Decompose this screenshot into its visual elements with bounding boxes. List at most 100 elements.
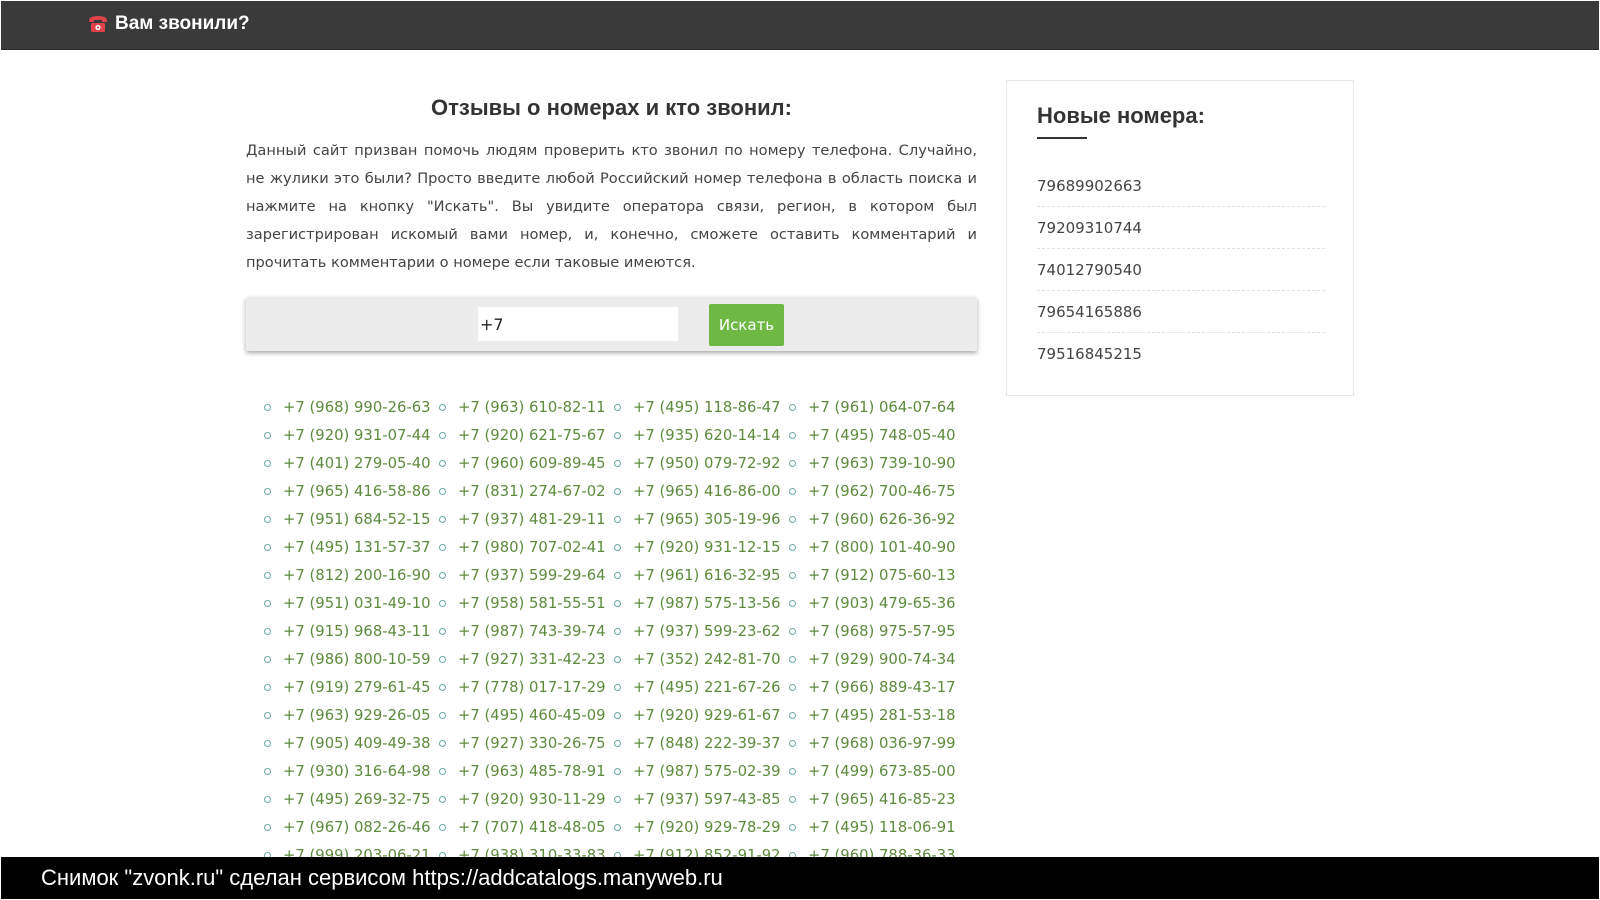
phone-number-link[interactable]: +7 (920) 621-75-67 [458, 427, 606, 444]
circle-bullet-icon [614, 627, 621, 635]
number-list-item: +7 (963) 610-82-11 [439, 393, 614, 421]
phone-number-link[interactable]: +7 (963) 929-26-05 [283, 707, 431, 724]
number-list-item: +7 (920) 931-07-44 [264, 421, 439, 449]
phone-number-link[interactable]: +7 (937) 597-43-85 [633, 791, 781, 808]
phone-number-link[interactable]: +7 (986) 800-10-59 [283, 651, 431, 668]
phone-number-link[interactable]: +7 (831) 274-67-02 [458, 483, 606, 500]
phone-number-link[interactable]: +7 (961) 064-07-64 [808, 399, 956, 416]
phone-number-link[interactable]: +7 (962) 700-46-75 [808, 483, 956, 500]
number-list-item: +7 (987) 575-02-39 [614, 757, 789, 785]
phone-number-link[interactable]: +7 (499) 673-85-00 [808, 763, 956, 780]
site-brand-link[interactable]: Вам звонили? [87, 13, 250, 35]
phone-number-link[interactable]: +7 (965) 416-86-00 [633, 483, 781, 500]
phone-number-link[interactable]: +7 (935) 620-14-14 [633, 427, 781, 444]
search-button[interactable]: Искать [709, 304, 784, 346]
phone-number-link[interactable]: +7 (950) 079-72-92 [633, 455, 781, 472]
phone-number-link[interactable]: +7 (951) 684-52-15 [283, 511, 431, 528]
phone-number-link[interactable]: +7 (937) 481-29-11 [458, 511, 606, 528]
new-number-link[interactable]: 74012790540 [1037, 261, 1142, 279]
phone-number-link[interactable]: +7 (951) 031-49-10 [283, 595, 431, 612]
phone-number-link[interactable]: +7 (848) 222-39-37 [633, 735, 781, 752]
phone-number-link[interactable]: +7 (937) 599-23-62 [633, 623, 781, 640]
phone-number-link[interactable]: +7 (960) 609-89-45 [458, 455, 606, 472]
phone-number-link[interactable]: +7 (965) 416-85-23 [808, 791, 956, 808]
phone-number-link[interactable]: +7 (401) 279-05-40 [283, 455, 431, 472]
phone-number-link[interactable]: +7 (965) 416-58-86 [283, 483, 431, 500]
phone-number-link[interactable]: +7 (987) 575-02-39 [633, 763, 781, 780]
phone-number-link[interactable]: +7 (352) 242-81-70 [633, 651, 781, 668]
phone-number-link[interactable]: +7 (707) 418-48-05 [458, 819, 606, 836]
phone-number-link[interactable]: +7 (495) 131-57-37 [283, 539, 431, 556]
new-number-link[interactable]: 79654165886 [1037, 303, 1142, 321]
phone-number-link[interactable]: +7 (968) 975-57-95 [808, 623, 956, 640]
phone-number-link[interactable]: +7 (961) 616-32-95 [633, 567, 781, 584]
phone-number-link[interactable]: +7 (495) 460-45-09 [458, 707, 606, 724]
phone-number-link[interactable]: +7 (495) 748-05-40 [808, 427, 956, 444]
number-list-item: +7 (963) 485-78-91 [439, 757, 614, 785]
phone-number-link[interactable]: +7 (937) 599-29-64 [458, 567, 606, 584]
phone-number-link[interactable]: +7 (963) 739-10-90 [808, 455, 956, 472]
phone-number-link[interactable]: +7 (920) 929-78-29 [633, 819, 781, 836]
phone-number-link[interactable]: +7 (967) 082-26-46 [283, 819, 431, 836]
phone-number-link[interactable]: +7 (912) 075-60-13 [808, 567, 956, 584]
number-list-item: +7 (966) 889-43-17 [789, 673, 964, 701]
phone-number-link[interactable]: +7 (963) 610-82-11 [458, 399, 606, 416]
phone-number-link[interactable]: +7 (927) 331-42-23 [458, 651, 606, 668]
phone-number-link[interactable]: +7 (919) 279-61-45 [283, 679, 431, 696]
new-number-link[interactable]: 79689902663 [1037, 177, 1142, 195]
phone-number-link[interactable]: +7 (920) 931-12-15 [633, 539, 781, 556]
number-list-item: +7 (495) 118-06-91 [789, 813, 964, 841]
phone-number-link[interactable]: +7 (920) 931-07-44 [283, 427, 431, 444]
number-list-item: +7 (963) 739-10-90 [789, 449, 964, 477]
circle-bullet-icon [789, 571, 796, 579]
phone-number-link[interactable]: +7 (958) 581-55-51 [458, 595, 606, 612]
phone-number-link[interactable]: +7 (495) 118-86-47 [633, 399, 781, 416]
new-number-item: 74012790540 [1037, 249, 1325, 291]
circle-bullet-icon [264, 487, 271, 495]
phone-number-link[interactable]: +7 (495) 269-32-75 [283, 791, 431, 808]
number-list-item: +7 (495) 748-05-40 [789, 421, 964, 449]
sidebar-title: Новые номера: [1037, 103, 1205, 128]
circle-bullet-icon [264, 823, 271, 831]
new-number-link[interactable]: 79209310744 [1037, 219, 1142, 237]
number-list-item: +7 (968) 036-97-99 [789, 729, 964, 757]
phone-number-link[interactable]: +7 (963) 485-78-91 [458, 763, 606, 780]
new-number-item: 79689902663 [1037, 165, 1325, 207]
number-list-item: +7 (905) 409-49-38 [264, 729, 439, 757]
phone-number-link[interactable]: +7 (987) 743-39-74 [458, 623, 606, 640]
number-list-item: +7 (495) 269-32-75 [264, 785, 439, 813]
phone-number-link[interactable]: +7 (966) 889-43-17 [808, 679, 956, 696]
number-list-item: +7 (920) 929-61-67 [614, 701, 789, 729]
circle-bullet-icon [614, 739, 621, 747]
number-list-item: +7 (831) 274-67-02 [439, 477, 614, 505]
phone-search-input[interactable] [478, 307, 678, 341]
phone-number-link[interactable]: +7 (930) 316-64-98 [283, 763, 431, 780]
number-list-item: +7 (986) 800-10-59 [264, 645, 439, 673]
phone-number-link[interactable]: +7 (920) 929-61-67 [633, 707, 781, 724]
phone-number-link[interactable]: +7 (903) 479-65-36 [808, 595, 956, 612]
page: Вам звонили? Отзывы о номерах и кто звон… [1, 1, 1599, 899]
new-number-link[interactable]: 79516845215 [1037, 345, 1142, 363]
circle-bullet-icon [789, 431, 796, 439]
phone-number-link[interactable]: +7 (800) 101-40-90 [808, 539, 956, 556]
phone-number-link[interactable]: +7 (927) 330-26-75 [458, 735, 606, 752]
phone-number-link[interactable]: +7 (929) 900-74-34 [808, 651, 956, 668]
phone-number-link[interactable]: +7 (987) 575-13-56 [633, 595, 781, 612]
phone-number-link[interactable]: +7 (920) 930-11-29 [458, 791, 606, 808]
number-list-item: +7 (495) 221-67-26 [614, 673, 789, 701]
phone-number-link[interactable]: +7 (915) 968-43-11 [283, 623, 431, 640]
phone-number-link[interactable]: +7 (812) 200-16-90 [283, 567, 431, 584]
phone-number-link[interactable]: +7 (968) 990-26-63 [283, 399, 431, 416]
phone-number-link[interactable]: +7 (495) 281-53-18 [808, 707, 956, 724]
circle-bullet-icon [789, 487, 796, 495]
phone-number-link[interactable]: +7 (968) 036-97-99 [808, 735, 956, 752]
phone-number-link[interactable]: +7 (965) 305-19-96 [633, 511, 781, 528]
top-navbar: Вам звонили? [1, 1, 1599, 50]
circle-bullet-icon [264, 711, 271, 719]
phone-number-link[interactable]: +7 (778) 017-17-29 [458, 679, 606, 696]
phone-number-link[interactable]: +7 (495) 118-06-91 [808, 819, 956, 836]
phone-number-link[interactable]: +7 (980) 707-02-41 [458, 539, 606, 556]
phone-number-link[interactable]: +7 (495) 221-67-26 [633, 679, 781, 696]
phone-number-link[interactable]: +7 (960) 626-36-92 [808, 511, 956, 528]
phone-number-link[interactable]: +7 (905) 409-49-38 [283, 735, 431, 752]
